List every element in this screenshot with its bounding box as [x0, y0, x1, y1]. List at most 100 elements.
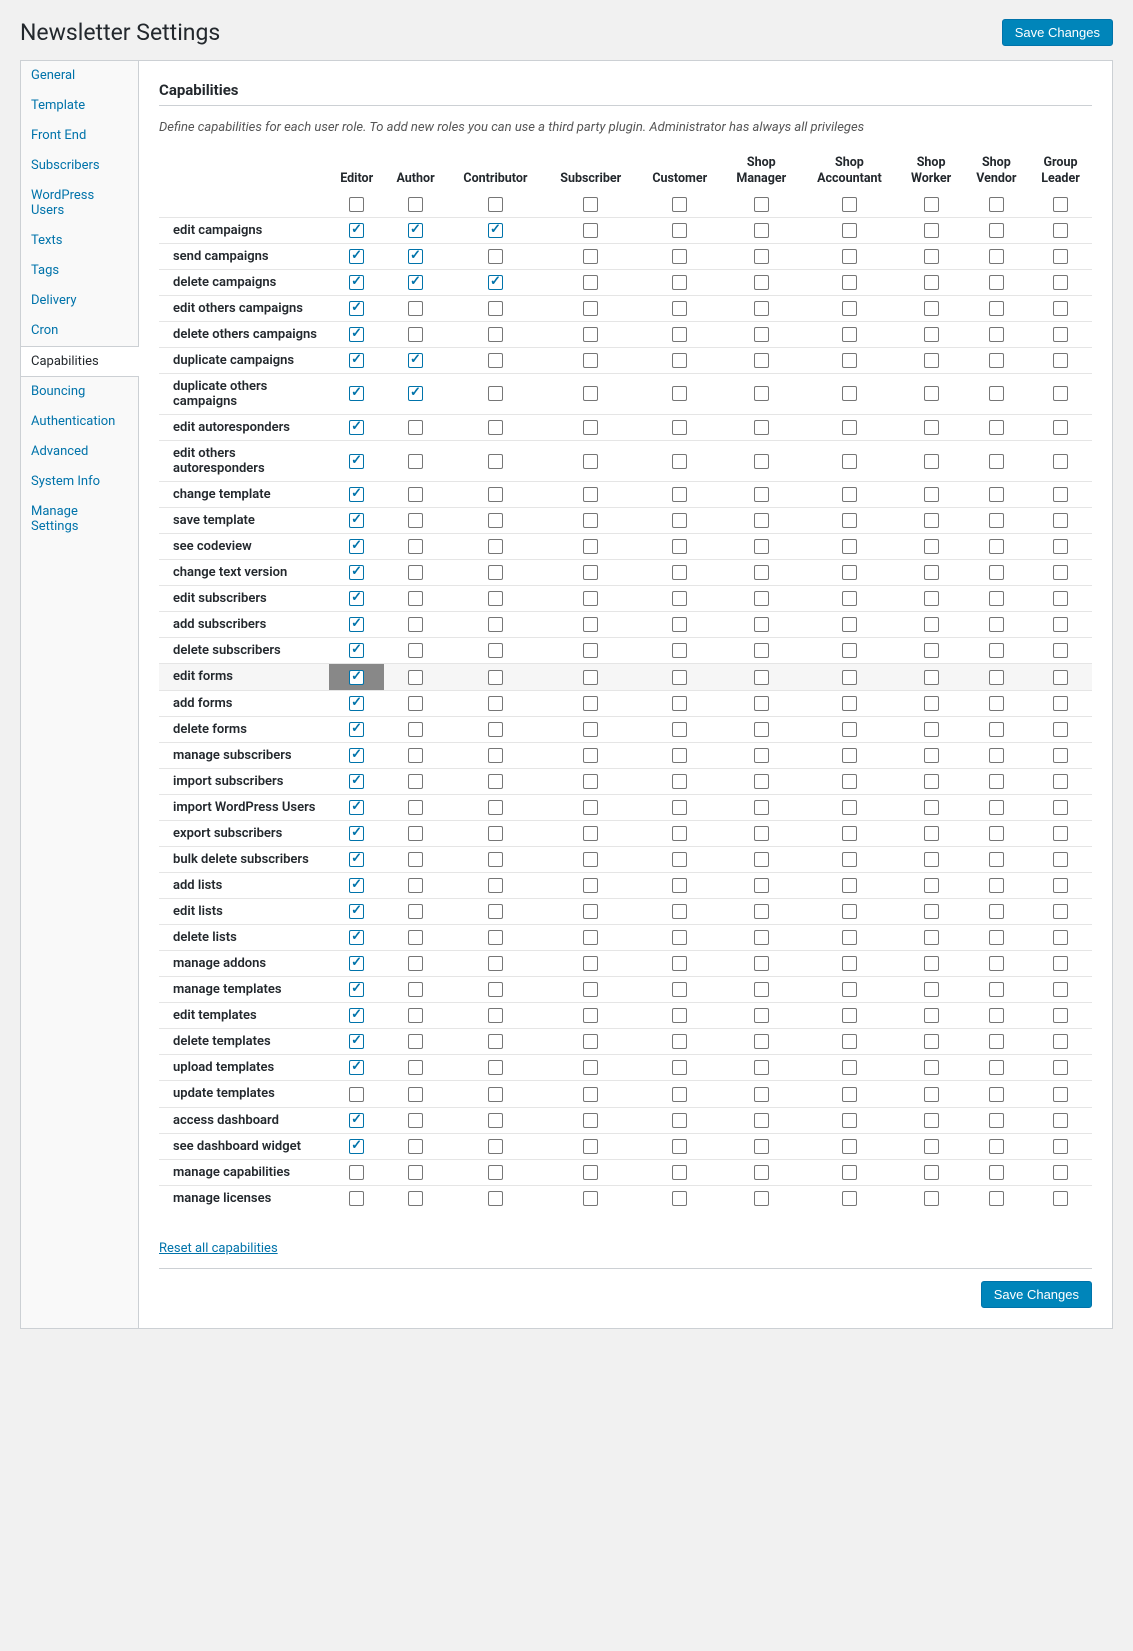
capability-checkbox[interactable] [754, 1008, 769, 1023]
capability-checkbox[interactable] [583, 956, 598, 971]
capability-checkbox[interactable] [924, 1008, 939, 1023]
capability-checkbox[interactable] [842, 774, 857, 789]
capability-checkbox[interactable] [349, 956, 364, 971]
capability-checkbox[interactable] [924, 249, 939, 264]
capability-checkbox[interactable] [1053, 774, 1068, 789]
capability-checkbox[interactable] [1053, 513, 1068, 528]
capability-checkbox[interactable] [989, 1139, 1004, 1154]
capability-checkbox[interactable] [349, 617, 364, 632]
capability-checkbox[interactable] [924, 878, 939, 893]
sidebar-item-system-info[interactable]: System Info [21, 467, 138, 497]
capability-checkbox[interactable] [349, 275, 364, 290]
capability-checkbox[interactable] [672, 1165, 687, 1180]
capability-checkbox[interactable] [672, 748, 687, 763]
capability-checkbox[interactable] [924, 904, 939, 919]
capability-checkbox[interactable] [924, 982, 939, 997]
capability-checkbox[interactable] [672, 1139, 687, 1154]
capability-checkbox[interactable] [924, 513, 939, 528]
capability-checkbox[interactable] [1053, 696, 1068, 711]
sidebar-item-manage-settings[interactable]: Manage Settings [21, 497, 138, 542]
capability-checkbox[interactable] [754, 1087, 769, 1102]
capability-checkbox[interactable] [1053, 275, 1068, 290]
capability-checkbox[interactable] [672, 539, 687, 554]
capability-checkbox[interactable] [583, 878, 598, 893]
capability-checkbox[interactable] [488, 565, 503, 580]
sidebar-item-bouncing[interactable]: Bouncing [21, 377, 138, 407]
capability-checkbox[interactable] [349, 774, 364, 789]
capability-checkbox[interactable] [842, 930, 857, 945]
capability-checkbox[interactable] [408, 353, 423, 368]
capability-checkbox[interactable] [924, 643, 939, 658]
capability-checkbox[interactable] [672, 826, 687, 841]
capability-checkbox[interactable] [672, 591, 687, 606]
capability-checkbox[interactable] [1053, 1139, 1068, 1154]
capability-checkbox[interactable] [754, 956, 769, 971]
capability-checkbox[interactable] [408, 930, 423, 945]
capability-checkbox[interactable] [349, 1087, 364, 1102]
capability-checkbox[interactable] [754, 487, 769, 502]
capability-checkbox[interactable] [1053, 1008, 1068, 1023]
sidebar-item-general[interactable]: General [21, 61, 138, 91]
capability-checkbox[interactable] [924, 539, 939, 554]
capability-checkbox[interactable] [924, 670, 939, 685]
capability-checkbox[interactable] [672, 420, 687, 435]
select-all-shop-worker[interactable] [924, 197, 939, 212]
capability-checkbox[interactable] [924, 420, 939, 435]
capability-checkbox[interactable] [989, 565, 1004, 580]
capability-checkbox[interactable] [754, 670, 769, 685]
capability-checkbox[interactable] [842, 487, 857, 502]
capability-checkbox[interactable] [349, 454, 364, 469]
capability-checkbox[interactable] [488, 1034, 503, 1049]
capability-checkbox[interactable] [924, 1165, 939, 1180]
capability-checkbox[interactable] [924, 1113, 939, 1128]
capability-checkbox[interactable] [1053, 1191, 1068, 1206]
capability-checkbox[interactable] [1053, 565, 1068, 580]
capability-checkbox[interactable] [408, 487, 423, 502]
capability-checkbox[interactable] [842, 1139, 857, 1154]
capability-checkbox[interactable] [408, 1060, 423, 1075]
capability-checkbox[interactable] [488, 878, 503, 893]
capability-checkbox[interactable] [924, 826, 939, 841]
capability-checkbox[interactable] [1053, 904, 1068, 919]
capability-checkbox[interactable] [349, 852, 364, 867]
capability-checkbox[interactable] [989, 956, 1004, 971]
capability-checkbox[interactable] [349, 1113, 364, 1128]
select-all-subscriber[interactable] [583, 197, 598, 212]
capability-checkbox[interactable] [672, 487, 687, 502]
capability-checkbox[interactable] [989, 591, 1004, 606]
capability-checkbox[interactable] [488, 513, 503, 528]
capability-checkbox[interactable] [989, 904, 1004, 919]
capability-checkbox[interactable] [842, 1034, 857, 1049]
capability-checkbox[interactable] [754, 722, 769, 737]
capability-checkbox[interactable] [408, 513, 423, 528]
capability-checkbox[interactable] [924, 1060, 939, 1075]
capability-checkbox[interactable] [842, 643, 857, 658]
capability-checkbox[interactable] [488, 904, 503, 919]
capability-checkbox[interactable] [754, 800, 769, 815]
capability-checkbox[interactable] [754, 565, 769, 580]
capability-checkbox[interactable] [754, 1060, 769, 1075]
capability-checkbox[interactable] [583, 487, 598, 502]
capability-checkbox[interactable] [583, 223, 598, 238]
sidebar-item-texts[interactable]: Texts [21, 226, 138, 256]
capability-checkbox[interactable] [672, 696, 687, 711]
capability-checkbox[interactable] [583, 1060, 598, 1075]
capability-checkbox[interactable] [672, 904, 687, 919]
capability-checkbox[interactable] [1053, 643, 1068, 658]
select-all-group-leader[interactable] [1053, 197, 1068, 212]
capability-checkbox[interactable] [1053, 800, 1068, 815]
capability-checkbox[interactable] [349, 1165, 364, 1180]
capability-checkbox[interactable] [924, 1139, 939, 1154]
capability-checkbox[interactable] [583, 591, 598, 606]
capability-checkbox[interactable] [349, 826, 364, 841]
capability-checkbox[interactable] [1053, 1165, 1068, 1180]
capability-checkbox[interactable] [672, 223, 687, 238]
capability-checkbox[interactable] [754, 353, 769, 368]
sidebar-item-delivery[interactable]: Delivery [21, 286, 138, 316]
capability-checkbox[interactable] [672, 774, 687, 789]
capability-checkbox[interactable] [989, 1008, 1004, 1023]
capability-checkbox[interactable] [408, 852, 423, 867]
capability-checkbox[interactable] [754, 1191, 769, 1206]
capability-checkbox[interactable] [488, 249, 503, 264]
capability-checkbox[interactable] [842, 454, 857, 469]
